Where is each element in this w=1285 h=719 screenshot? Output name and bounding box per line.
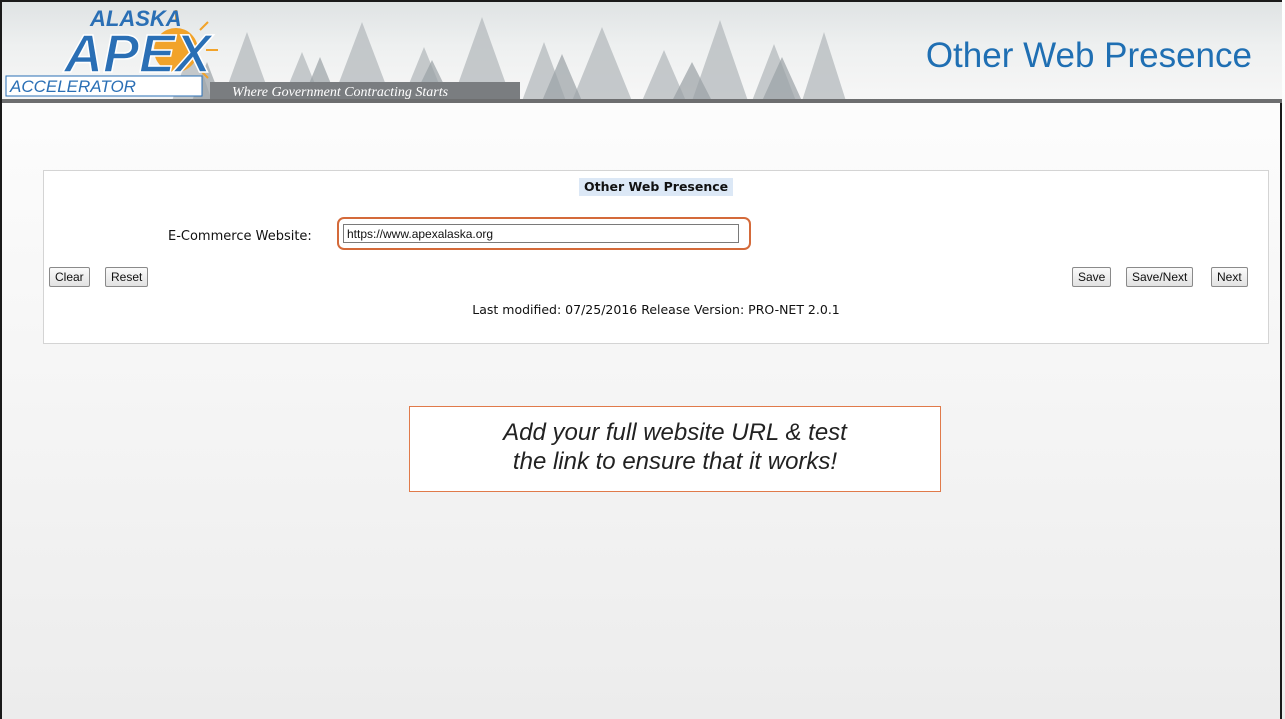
save-button[interactable]: Save — [1072, 267, 1112, 287]
ecommerce-website-input[interactable] — [343, 224, 739, 243]
form-heading: Other Web Presence — [579, 178, 734, 196]
ecommerce-website-label: E-Commerce Website: — [168, 229, 312, 244]
reset-button[interactable]: Reset — [105, 267, 149, 287]
callout-line-1: Add your full website URL & test — [503, 419, 847, 446]
clear-button[interactable]: Clear — [49, 267, 90, 287]
instruction-callout: Add your full website URL & test the lin… — [409, 406, 941, 492]
logo-apex-text: APEX — [62, 24, 214, 84]
save-next-button[interactable]: Save/Next — [1126, 267, 1194, 287]
callout-line-2: the link to ensure that it works! — [512, 448, 838, 475]
web-presence-form: Other Web Presence E-Commerce Website: C… — [43, 170, 1269, 344]
last-modified-text: Last modified: 07/25/2016 Release Versio… — [472, 302, 840, 317]
header-divider — [2, 99, 1282, 103]
logo-accelerator-text: ACCELERATOR — [9, 77, 136, 96]
slide-header: ALASKA APEX ACCELERATOR Where Government… — [2, 2, 1282, 101]
next-button[interactable]: Next — [1211, 267, 1248, 287]
alaska-apex-logo: ALASKA APEX ACCELERATOR — [5, 6, 218, 97]
slide-title: Other Web Presence — [925, 36, 1252, 75]
slide-frame — [0, 0, 1282, 719]
